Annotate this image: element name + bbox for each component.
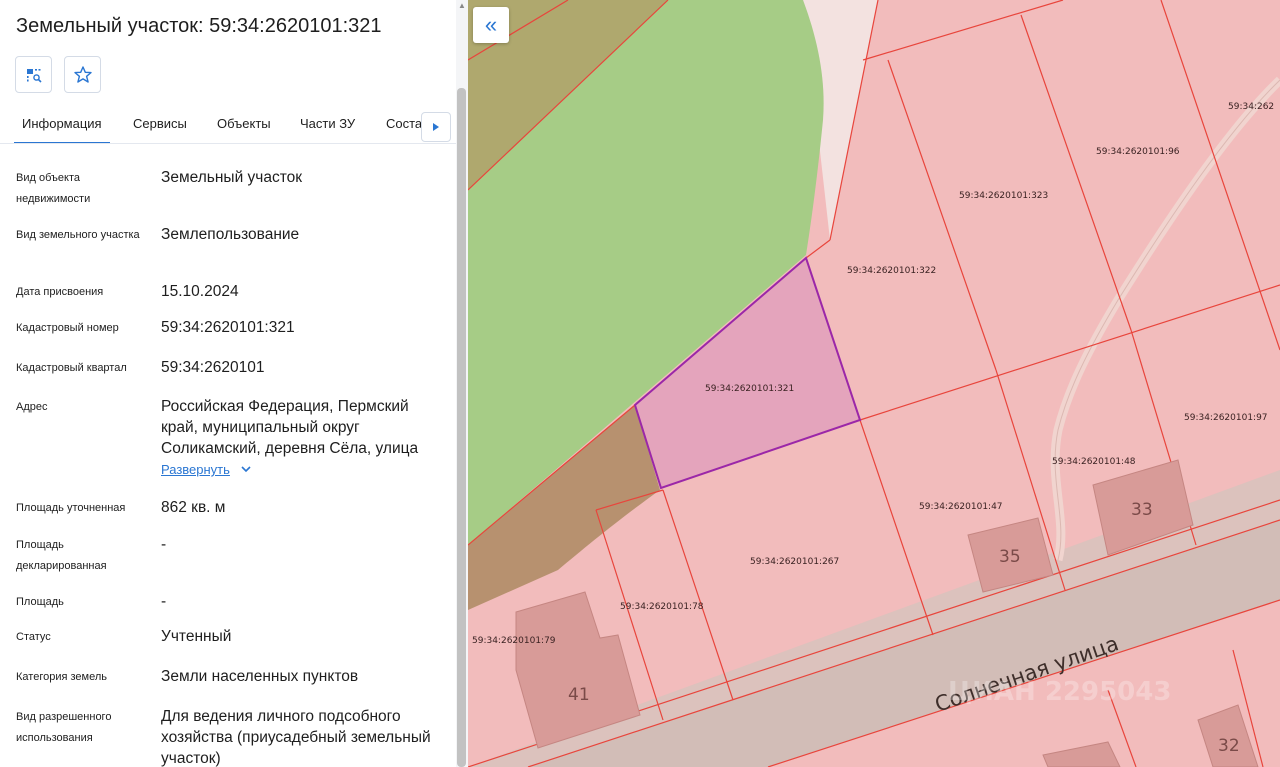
field-label-assigned-date: Дата присвоения <box>16 286 104 298</box>
field-value-address: Российская Федерация, Пермский край, мун… <box>161 398 419 457</box>
field-label-cadastral-number: Кадастровый номер <box>16 322 119 334</box>
parcel-label-262: 59:34:262 <box>1228 102 1274 112</box>
parcel-label-47: 59:34:2620101:47 <box>919 502 1003 512</box>
field-label-permitted-use: Вид разрешенного использования <box>16 711 112 744</box>
watermark: ЦИАН 2295043 <box>948 677 1171 707</box>
field-value-land-type: Землепользование <box>161 226 300 243</box>
tab-services[interactable]: Сервисы <box>133 116 187 131</box>
field-label-cadastral-quarter: Кадастровый квартал <box>16 362 127 374</box>
tab-information[interactable]: Информация <box>14 116 110 143</box>
field-value-assigned-date: 15.10.2024 <box>161 283 239 300</box>
parcel-label-79: 59:34:2620101:79 <box>472 636 556 646</box>
field-value-object-type: Земельный участок <box>161 169 303 186</box>
field-label-area: Площадь <box>16 596 64 608</box>
locate-object-icon <box>26 68 42 83</box>
field-value-permitted-use: Для ведения личного подсобного хозяйства… <box>161 708 431 767</box>
scroll-up-arrow-icon[interactable]: ▲ <box>456 1 468 13</box>
info-panel: Земельный участок: 59:34:2620101:321 Инф… <box>0 0 468 767</box>
field-value-cadastral-number: 59:34:2620101:321 <box>161 319 295 336</box>
cadastral-map[interactable]: 59:34:2620101:323 59:34:2620101:96 59:34… <box>468 0 1280 767</box>
field-label-address: Адрес <box>16 401 48 413</box>
tab-bar: Информация Сервисы Объекты Части ЗУ Сост… <box>0 106 456 144</box>
house-number-35: 35 <box>999 547 1021 567</box>
field-label-specified-area: Площадь уточненная <box>16 502 126 514</box>
field-label-declared-area: Площадь декларированная <box>16 539 107 572</box>
parcel-label-322: 59:34:2620101:322 <box>847 266 936 276</box>
parcel-label-96: 59:34:2620101:96 <box>1096 147 1180 157</box>
page-title: Земельный участок: 59:34:2620101:321 <box>16 15 382 37</box>
chevron-down-icon[interactable] <box>241 464 251 476</box>
tab-land-parts[interactable]: Части ЗУ <box>300 116 355 131</box>
field-value-land-category: Земли населенных пунктов <box>161 668 359 685</box>
parcel-label-48: 59:34:2620101:48 <box>1052 457 1136 467</box>
double-chevron-left-icon: « <box>484 12 498 37</box>
field-value-cadastral-quarter: 59:34:2620101 <box>161 359 265 376</box>
star-icon <box>73 65 92 83</box>
field-value-area: - <box>161 593 167 610</box>
zoom-to-object-button[interactable] <box>15 56 52 93</box>
house-number-32: 32 <box>1218 736 1240 756</box>
field-label-land-category: Категория земель <box>16 671 107 683</box>
tab-objects[interactable]: Объекты <box>217 116 271 131</box>
field-label-status: Статус <box>16 631 51 643</box>
map-canvas[interactable]: 59:34:2620101:323 59:34:2620101:96 59:34… <box>468 0 1280 767</box>
field-value-specified-area: 862 кв. м <box>161 499 226 516</box>
tab-composition[interactable]: Соста <box>386 116 422 131</box>
parcel-label-97: 59:34:2620101:97 <box>1184 413 1268 423</box>
field-label-land-type: Вид земельного участка <box>16 229 140 241</box>
caret-right-icon <box>433 123 439 131</box>
parcel-label-78: 59:34:2620101:78 <box>620 602 704 612</box>
field-value-declared-area: - <box>161 536 167 553</box>
parcel-label-323: 59:34:2620101:323 <box>959 191 1048 201</box>
panel-scrollbar-thumb[interactable] <box>457 88 466 767</box>
collapse-panel-button[interactable]: « <box>473 7 509 43</box>
parcel-label-321: 59:34:2620101:321 <box>705 384 794 394</box>
parcel-label-267: 59:34:2620101:267 <box>750 557 839 567</box>
tabs-scroll-right-button[interactable] <box>421 112 451 142</box>
house-number-33: 33 <box>1131 500 1153 520</box>
house-number-41: 41 <box>568 685 590 705</box>
favorite-button[interactable] <box>64 56 101 93</box>
expand-address-link[interactable]: Развернуть <box>161 462 230 477</box>
field-label-object-type: Вид объекта недвижимости <box>16 172 91 205</box>
field-value-status: Учтенный <box>161 628 232 645</box>
